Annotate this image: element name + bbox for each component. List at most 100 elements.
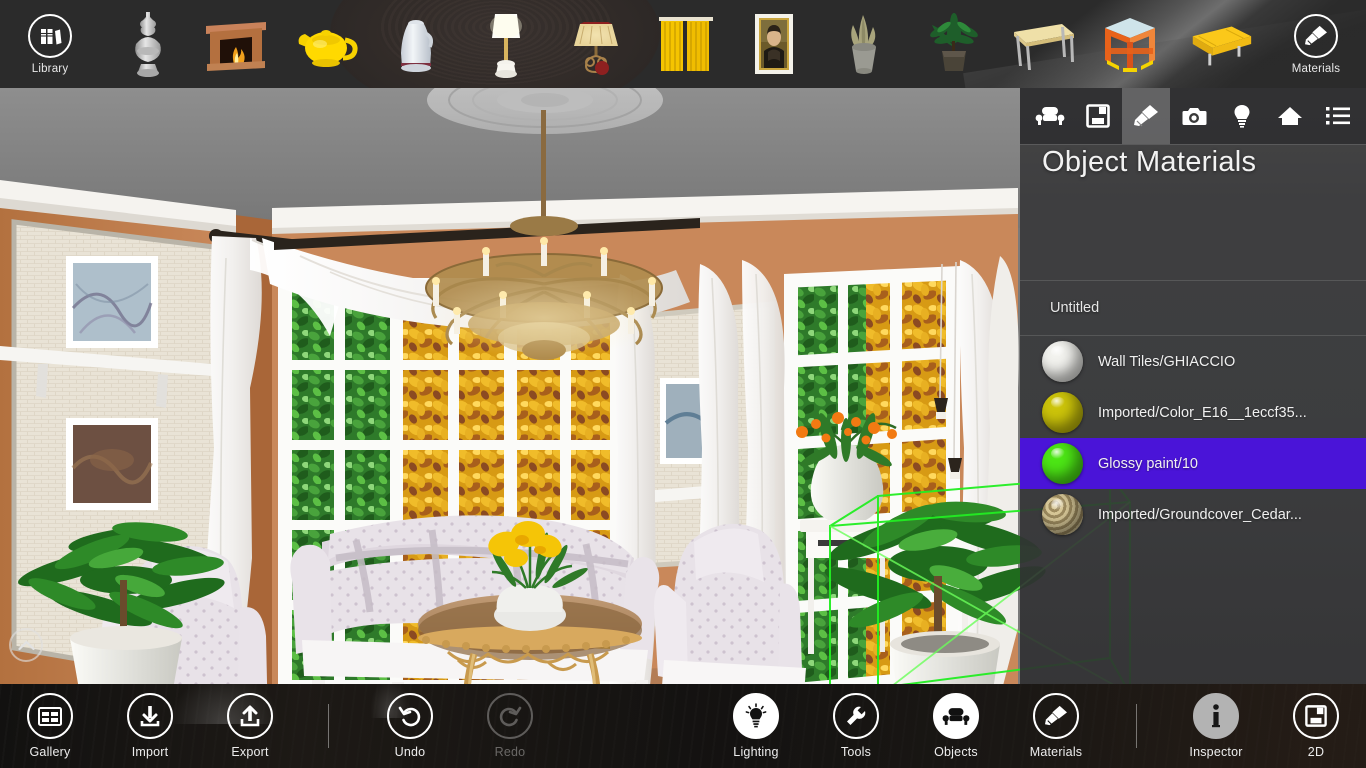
inspector-button[interactable]: Inspector [1166,684,1266,768]
library-button[interactable]: Library [6,0,94,88]
material-row-0[interactable]: Wall Tiles/GHIACCIO [1020,336,1366,387]
framed-painting-icon [755,14,793,74]
material-list: Wall Tiles/GHIACCIO Imported/Color_E16__… [1020,336,1366,540]
objects-button[interactable]: Objects [906,684,1006,768]
materials-button-circle [1294,13,1338,58]
library-button-label: Library [31,62,69,75]
tools-button-circle [833,693,879,739]
white-jug-icon [401,20,433,72]
floorplan-save-icon [1305,705,1327,727]
wooden-table-icon [1014,24,1074,70]
object-thumb-fireplace[interactable] [192,0,280,88]
materials-button-bottom[interactable]: Materials [1006,684,1106,768]
object-thumb-orange-stool[interactable] [1086,0,1174,88]
material-row-2[interactable]: Glossy paint/10 [1020,438,1366,489]
import-button-circle [127,693,173,739]
library-button-circle [28,13,72,58]
top-toolbar: Library Materials [0,0,1366,88]
redo-button-circle [487,693,533,739]
material-name: Imported/Color_E16__1eccf35... [1098,404,1307,421]
paintbrush-icon [1305,25,1327,46]
panel-tab-bar [1020,88,1366,144]
wrench-icon [847,706,866,725]
lighting-button-circle [733,693,779,739]
paintbrush-icon [1134,105,1158,127]
info-icon [1212,704,1220,728]
export-button[interactable]: Export [200,684,300,768]
ornate-lamp-icon [574,22,618,75]
material-swatch [1042,392,1083,433]
material-group-label: Untitled [1050,300,1100,316]
object-thumb-potted-plant[interactable] [910,0,998,88]
toolbar-separator-1 [328,704,329,748]
material-row-3[interactable]: Imported/Groundcover_Cedar... [1020,489,1366,540]
object-thumb-yellow-teapot[interactable] [282,0,370,88]
object-thumb-table-lamp[interactable] [462,0,550,88]
orange-stool-icon [1105,18,1155,72]
tools-button[interactable]: Tools [806,684,906,768]
silver-vase-icon [135,12,161,77]
undo-button-circle [387,693,433,739]
material-swatch [1042,341,1083,382]
tab-list[interactable] [1314,88,1362,144]
lightbulb-icon [1234,105,1250,128]
material-row-1[interactable]: Imported/Color_E16__1eccf35... [1020,387,1366,438]
gallery-button-circle [27,693,73,739]
gallery-button[interactable]: Gallery [0,684,100,768]
yellow-curtains-icon [659,17,713,71]
redo-button[interactable]: Redo [460,684,560,768]
panel-divider-top [1020,144,1366,145]
tab-camera[interactable] [1170,88,1218,144]
armchair-icon [942,707,970,725]
objects-button-label: Objects [934,745,978,759]
material-name: Glossy paint/10 [1098,455,1198,472]
import-button[interactable]: Import [100,684,200,768]
tab-materials[interactable] [1122,88,1170,144]
tab-home[interactable] [1266,88,1314,144]
object-thumb-yellow-curtains[interactable] [642,0,730,88]
object-thumb-ornate-lamp[interactable] [552,0,640,88]
viewport-collapse-button[interactable] [9,628,43,662]
object-thumb-cactus-plant[interactable] [820,0,908,88]
object-thumb-wooden-table[interactable] [998,0,1086,88]
lighting-button[interactable]: Lighting [706,684,806,768]
export-icon [240,705,260,727]
tab-lighting[interactable] [1218,88,1266,144]
tab-furniture[interactable] [1026,88,1074,144]
panel-title: Object Materials [1042,146,1257,178]
undo-button[interactable]: Undo [360,684,460,768]
home-icon [1278,107,1302,125]
object-thumb-yellow-mattress[interactable] [1176,0,1264,88]
undo-icon [398,706,421,727]
redo-icon [499,706,522,727]
yellow-mattress-icon [1192,26,1252,66]
2d-button[interactable]: 2D [1266,684,1366,768]
material-name: Wall Tiles/GHIACCIO [1098,353,1236,370]
armchair-icon [1035,107,1065,125]
chevron-up-icon [17,640,35,650]
cactus-plant-icon [851,15,876,74]
object-thumb-white-jug[interactable] [372,0,460,88]
object-thumb-framed-painting[interactable] [730,0,818,88]
gallery-button-label: Gallery [29,745,71,759]
material-name: Imported/Groundcover_Cedar... [1098,506,1302,523]
inspector-button-label: Inspector [1189,745,1243,759]
material-swatch [1042,494,1083,535]
fireplace-icon [206,22,266,71]
list-icon [1326,107,1350,125]
object-materials-panel: Object Materials Untitled Wall Tiles/GHI… [1020,88,1366,684]
panel-divider-title [1020,280,1366,281]
object-thumb-silver-vase[interactable] [104,0,192,88]
objects-button-circle [933,693,979,739]
materials-button-label: Materials [1291,62,1341,75]
tools-button-label: Tools [840,745,872,759]
table-lamp-icon [490,14,522,78]
materials-button-top[interactable]: Materials [1272,0,1360,88]
import-button-label: Import [131,745,169,759]
yellow-teapot-icon [298,30,358,67]
paintbrush-icon [1045,705,1067,726]
tab-floorplan[interactable] [1074,88,1122,144]
materials-button-label-bottom: Materials [1029,745,1083,759]
export-button-circle [227,693,273,739]
toolbar-separator-2 [1136,704,1137,748]
